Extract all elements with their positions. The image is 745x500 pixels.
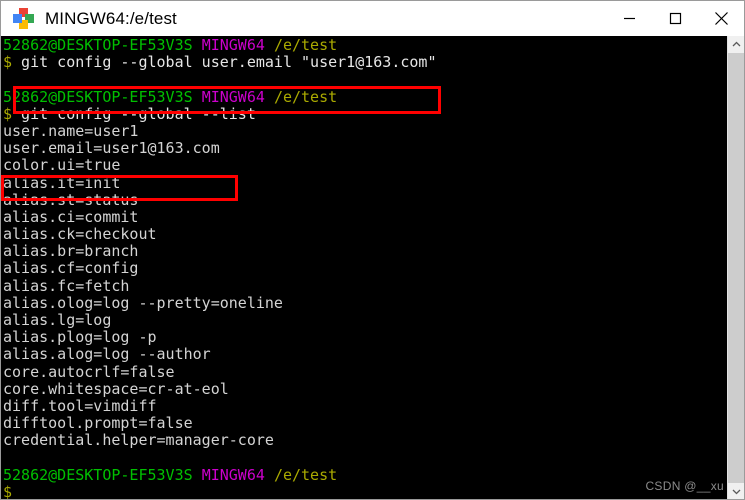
terminal-output-line: alias.ck=checkout [3,225,157,244]
terminal-cursor-line: $ [3,482,13,500]
minimize-button[interactable] [606,1,652,36]
title-bar[interactable]: MINGW64:/e/test [1,1,744,36]
terminal-output-line: alias.ci=commit [3,207,139,226]
terminal-output-area[interactable]: 52862@DESKTOP-EF53V3S MINGW64 /e/test $ g… [1,36,727,500]
terminal-prompt-line: 52862@DESKTOP-EF53V3S MINGW64 /e/test [3,465,338,484]
close-icon [714,11,729,26]
terminal-output-line: user.name=user1 [3,121,139,140]
terminal-command-line: $ git config --global --list [3,104,256,123]
terminal-output-line: alias.fc=fetch [3,276,130,295]
close-button[interactable] [698,1,744,36]
terminal-output-line: user.email=user1@163.com [3,139,220,158]
terminal-prompt-line: 52862@DESKTOP-EF53V3S MINGW64 /e/test [3,36,338,54]
terminal-command-line: $ git config --global user.email "user1@… [3,53,437,72]
terminal-output-line: alias.br=branch [3,242,139,261]
terminal-output-line: alias.alog=log --author [3,345,211,364]
window-controls [606,1,744,36]
terminal-output-line: alias.it=init [3,173,121,192]
terminal-output-line: alias.plog=log -p [3,328,157,347]
terminal-output-line: credential.helper=manager-core [3,431,274,450]
terminal-output-line: difftool.prompt=false [3,414,193,433]
terminal-output-line: alias.cf=config [3,259,139,278]
window-title: MINGW64:/e/test [45,8,177,28]
terminal-output-line: diff.tool=vimdiff [3,396,157,415]
scrollbar-thumb[interactable] [728,53,744,483]
scroll-down-icon[interactable] [728,483,744,499]
terminal-output-line: alias.lg=log [3,311,112,329]
terminal-output-line: alias.st=status [3,190,139,209]
terminal-output-line: core.autocrlf=false [3,362,175,381]
terminal-text: 52862@DESKTOP-EF53V3S MINGW64 /e/test $ g… [3,36,437,500]
scroll-up-icon[interactable] [728,36,744,53]
terminal-output-line: alias.olog=log --pretty=oneline [3,293,283,312]
mintty-terminal-window: MINGW64:/e/test 52862@DESKTOP-EF53V3S MI… [0,0,745,500]
mintty-diamond-icon [13,7,35,30]
terminal-prompt-line: 52862@DESKTOP-EF53V3S MINGW64 /e/test [3,87,338,106]
terminal-output-line: core.whitespace=cr-at-eol [3,379,229,398]
terminal-output-line: color.ui=true [3,156,121,175]
csdn-watermark: CSDN @__xu [645,479,724,493]
minimize-icon [623,12,636,25]
maximize-icon [669,12,682,25]
vertical-scrollbar[interactable] [727,36,744,499]
maximize-button[interactable] [652,1,698,36]
